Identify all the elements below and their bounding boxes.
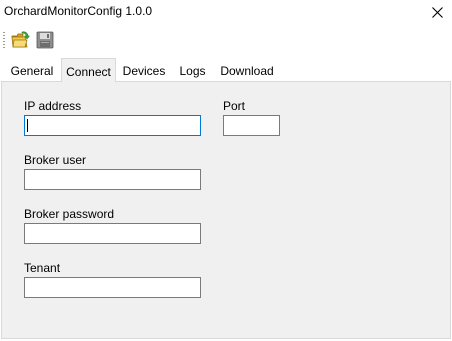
broker-user-input[interactable] (24, 169, 201, 190)
tab-strip: General Connect Devices Logs Download (0, 58, 452, 82)
tenant-label: Tenant (24, 261, 61, 275)
tab-devices[interactable]: Devices (119, 60, 169, 81)
open-button[interactable] (10, 30, 31, 50)
save-disk-icon (36, 31, 54, 49)
tab-connect[interactable]: Connect (61, 58, 116, 82)
port-label: Port (223, 99, 246, 113)
ip-address-label: IP address (24, 99, 82, 113)
ip-address-input[interactable] (24, 115, 201, 136)
tab-general[interactable]: General (6, 60, 58, 81)
tab-logs[interactable]: Logs (176, 60, 209, 81)
text-caret (27, 119, 28, 132)
port-input[interactable] (223, 115, 280, 136)
title-bar: OrchardMonitorConfig 1.0.0 (0, 0, 452, 26)
tenant-input[interactable] (24, 277, 201, 298)
close-button[interactable] (423, 0, 452, 26)
toolbar (0, 27, 452, 54)
broker-password-input[interactable] (24, 223, 201, 244)
close-icon (432, 7, 443, 18)
save-button[interactable] (35, 30, 55, 50)
folder-open-icon (11, 31, 31, 48)
window-title: OrchardMonitorConfig 1.0.0 (4, 4, 153, 18)
broker-password-label: Broker password (24, 207, 115, 221)
broker-user-label: Broker user (24, 153, 87, 167)
tab-download[interactable]: Download (217, 60, 277, 81)
toolbar-grip[interactable] (3, 32, 5, 49)
